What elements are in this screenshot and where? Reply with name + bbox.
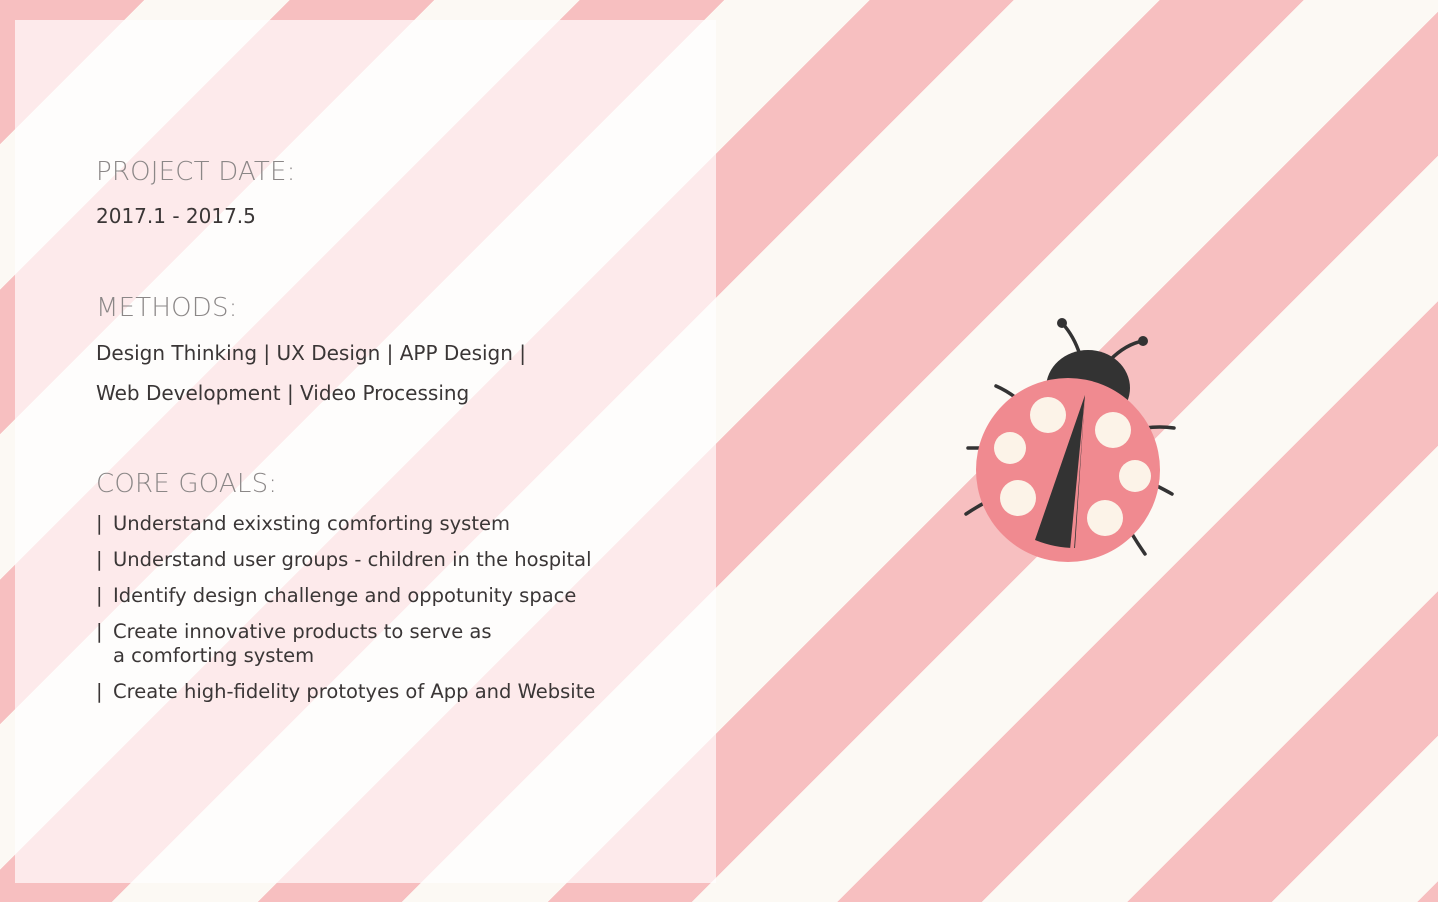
ladybug-icon — [964, 318, 1176, 562]
goal-bullet: | — [96, 548, 103, 571]
info-panel — [15, 20, 716, 883]
goal-item: | Create high-fidelity prototyes of App a… — [96, 680, 595, 704]
goal-text: Understand exixsting comforting system — [113, 512, 510, 535]
goal-bullet: | — [96, 620, 103, 643]
methods-heading: METHODS: — [96, 293, 238, 323]
methods-line-2: Web Development | Video Processing — [96, 381, 470, 405]
goal-bullet: | — [96, 512, 103, 535]
goal-bullet: | — [96, 584, 103, 607]
goal-item: | Create innovative products to serve as … — [96, 620, 595, 668]
project-date-value: 2017.1 - 2017.5 — [96, 204, 256, 228]
goal-text: Identify design challenge and oppotunity… — [113, 584, 577, 607]
core-goals-list: | Understand exixsting comforting system … — [96, 512, 595, 716]
goal-item: | Understand exixsting comforting system — [96, 512, 595, 536]
goal-item: | Understand user groups - children in th… — [96, 548, 595, 572]
methods-line-1: Design Thinking | UX Design | APP Design… — [96, 341, 527, 365]
goal-text: Create high-fidelity prototyes of App an… — [113, 680, 596, 703]
project-date-heading: PROJECT DATE: — [96, 157, 296, 187]
goal-item: | Identify design challenge and oppotunit… — [96, 584, 595, 608]
goal-bullet: | — [96, 680, 103, 703]
core-goals-heading: CORE GOALS: — [96, 469, 278, 499]
goal-text: Understand user groups - children in the… — [113, 548, 592, 571]
goal-text: Create innovative products to serve as a… — [113, 620, 492, 667]
